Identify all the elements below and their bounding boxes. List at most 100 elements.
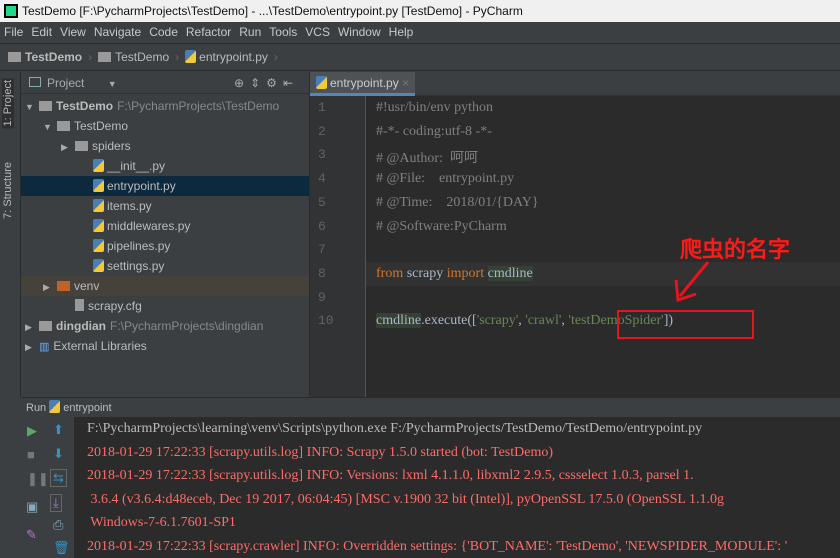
tree-item-label: __init__.py [107, 159, 166, 173]
rerun-icon[interactable]: ▶ [27, 423, 37, 439]
scroll-up-icon[interactable]: ⬆ [53, 422, 64, 438]
menu-vcs[interactable]: VCS [305, 25, 330, 39]
gear-icon[interactable]: ⚙ [266, 76, 283, 90]
tree-item-label: TestDemo [74, 119, 129, 133]
chevron-right-icon[interactable]: ▶ [25, 337, 39, 357]
tree-item-label: spiders [92, 139, 131, 153]
menu-window[interactable]: Window [338, 25, 381, 39]
chevron-right-icon[interactable]: ▶ [43, 277, 57, 297]
soft-wrap-icon[interactable]: ⇆ [50, 469, 67, 487]
line-gutter: 1 2 3 4 5 6 7 8 9 10 [310, 96, 366, 397]
tree-item-label: scrapy.cfg [88, 299, 142, 313]
editor-tabs: entrypoint.py × [310, 72, 840, 96]
locate-icon[interactable]: ⊕ [234, 76, 250, 90]
stop-icon[interactable]: ■ [27, 447, 35, 462]
breadcrumb-package[interactable]: TestDemo [98, 44, 169, 70]
project-panel: Project ▼ ⊕⇕⚙⇤ ▼ TestDemo F:\PycharmProjec… [21, 72, 310, 397]
breadcrumb-file[interactable]: entrypoint.py [185, 44, 268, 70]
chevron-down-icon[interactable]: ▼ [25, 97, 39, 117]
tool-tab-structure[interactable]: 7: Structure [2, 162, 14, 219]
code-token: cmdline [376, 313, 422, 329]
folder-icon [57, 121, 70, 131]
tree-item[interactable]: ▶ ▥ External Libraries [21, 336, 309, 356]
tree-item[interactable]: pipelines.py [21, 236, 309, 256]
menu-run[interactable]: Run [239, 25, 261, 39]
tab-entrypoint[interactable]: entrypoint.py × [310, 72, 416, 96]
console-line: 3.6.4 (v3.6.4:d48eceb, Dec 19 2017, 06:0… [87, 491, 724, 507]
menu-edit[interactable]: Edit [31, 25, 52, 39]
project-view-selector[interactable]: Project [47, 76, 84, 90]
pin-icon[interactable]: ✎ [26, 527, 37, 543]
console-line: 2018-01-29 17:22:33 [scrapy.utils.log] I… [87, 444, 554, 460]
chevron-right-icon[interactable]: ▶ [25, 317, 39, 337]
tree-item[interactable]: ▼ TestDemo [21, 116, 309, 136]
print-icon[interactable]: ⎙ [53, 517, 63, 533]
menu-view[interactable]: View [60, 25, 86, 39]
tree-item[interactable]: __init__.py [21, 156, 309, 176]
scroll-down-icon[interactable]: ⬇ [53, 446, 64, 462]
tool-tab-project[interactable]: 1: Project [2, 78, 14, 129]
code-token: .execute([ [421, 313, 477, 329]
python-file-icon [49, 400, 61, 413]
scroll-to-end-icon[interactable]: ⤓ [50, 494, 62, 512]
run-console[interactable]: F:\PycharmProjects\learning\venv\Scripts… [75, 417, 840, 558]
tree-item[interactable]: ▶ dingdian F:\PycharmProjects\dingdian [21, 316, 309, 336]
tree-item[interactable]: scrapy.cfg [21, 296, 309, 316]
line-number: 7 [318, 242, 326, 258]
code-token: cmdline [487, 265, 533, 281]
code-token: #!usr/bin/env python [376, 100, 494, 115]
tree-item-path: F:\PycharmProjects\TestDemo [117, 99, 280, 113]
menu-help[interactable]: Help [389, 25, 414, 39]
chevron-down-icon[interactable]: ▼ [108, 79, 117, 89]
left-tool-strip: 1: Project 7: Structure [0, 72, 21, 397]
menu-file[interactable]: File [4, 25, 23, 39]
folder-icon [8, 52, 21, 62]
tree-item[interactable]: entrypoint.py [21, 176, 309, 196]
tree-item[interactable]: ▼ TestDemo F:\PycharmProjects\TestDemo [21, 96, 309, 116]
code-token: 'scrapy' [476, 313, 519, 329]
tree-item[interactable]: middlewares.py [21, 216, 309, 236]
layout-icon[interactable]: ▣ [26, 499, 38, 515]
line-number: 1 [318, 100, 326, 115]
chevron-down-icon[interactable]: ▼ [43, 117, 57, 137]
breadcrumb: TestDemo › TestDemo › entrypoint.py › [0, 44, 840, 71]
tree-item-label: dingdian [56, 319, 106, 333]
code-line: # @Software:PyCharm [376, 219, 507, 235]
console-line: F:\PycharmProjects\learning\venv\Scripts… [87, 421, 703, 436]
folder-icon [39, 321, 52, 331]
python-file-icon [316, 76, 327, 89]
folder-icon [39, 101, 52, 111]
tree-item[interactable]: items.py [21, 196, 309, 216]
code-line: # @File: entrypoint.py [376, 171, 514, 187]
pause-icon[interactable]: ❚❚ [27, 471, 49, 487]
menu-refactor[interactable]: Refactor [186, 25, 231, 39]
hide-icon[interactable]: ⇤ [283, 76, 299, 90]
line-number: 2 [318, 123, 326, 139]
tree-item[interactable]: ▶ spiders [21, 136, 309, 156]
code-token: scrapy [403, 265, 447, 281]
tree-item[interactable]: settings.py [21, 256, 309, 276]
tree-item[interactable]: ▶ venv [21, 276, 309, 296]
tree-item-label: pipelines.py [107, 239, 171, 253]
code-token: # @Software:PyCharm [376, 218, 507, 234]
code-token: # @File: entrypoint.py [376, 171, 515, 187]
close-icon[interactable]: × [402, 76, 409, 90]
code-line: # @Time: 2018/01/{DAY} [376, 195, 539, 211]
run-config-name: entrypoint [63, 402, 112, 414]
menu-bar: File Edit View Navigate Code Refactor Run Tools… [0, 22, 840, 44]
run-panel-header: Run entrypoint [21, 397, 840, 417]
tree-item-label: External Libraries [53, 339, 147, 353]
run-label: Run [26, 402, 47, 414]
line-number: 4 [318, 171, 326, 187]
trash-icon[interactable]: 🗑 [53, 540, 70, 556]
tree-item-label: entrypoint.py [107, 179, 176, 193]
menu-code[interactable]: Code [149, 25, 178, 39]
breadcrumb-project[interactable]: TestDemo [8, 44, 82, 70]
project-panel-header: Project ▼ ⊕⇕⚙⇤ [21, 72, 309, 94]
window-title-bar: TestDemo [F:\PycharmProjects\TestDemo] -… [0, 0, 840, 22]
chevron-right-icon[interactable]: ▶ [61, 137, 75, 157]
menu-tools[interactable]: Tools [269, 25, 297, 39]
collapse-icon[interactable]: ⇕ [250, 76, 266, 90]
code-token: from [376, 265, 404, 281]
menu-navigate[interactable]: Navigate [94, 25, 141, 39]
